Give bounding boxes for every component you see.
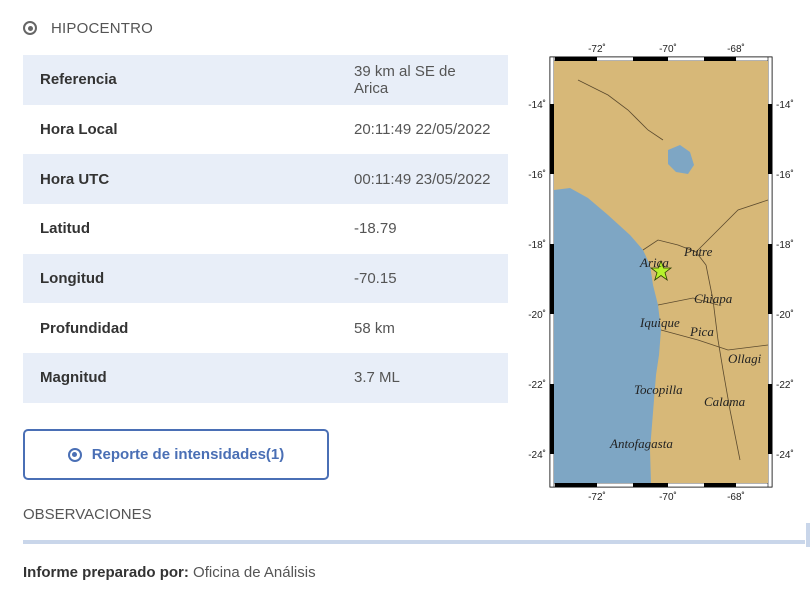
lat-tick-label: -16˚	[776, 169, 794, 181]
row-value: 39 km al SE de Arica	[354, 62, 456, 97]
city-label: Putre	[683, 244, 713, 259]
lat-tick-label: -22˚	[528, 379, 546, 391]
table-row: Profundidad 58 km	[23, 303, 508, 353]
lat-tick-label: -20˚	[528, 309, 546, 321]
observaciones-title: OBSERVACIONES	[23, 506, 152, 523]
row-value: 3.7 ML	[354, 369, 400, 387]
prepared-by-label: Informe preparado por:	[23, 564, 189, 581]
city-label: Arica	[639, 255, 669, 270]
row-value: 20:11:49 22/05/2022	[354, 121, 491, 139]
row-value: -70.15	[354, 270, 397, 288]
city-label: Iquique	[639, 315, 680, 330]
divider	[23, 540, 805, 544]
lat-tick-label: -22˚	[776, 379, 794, 391]
row-label: Hora Local	[40, 121, 118, 139]
epicenter-map: -72˚ -70˚ -68˚ -72˚ -70˚ -68˚ -14˚ -16˚ …	[518, 40, 810, 510]
prepared-by: Informe preparado por: Oficina de Anális…	[23, 564, 316, 581]
map-svg: -72˚ -70˚ -68˚ -72˚ -70˚ -68˚ -14˚ -16˚ …	[528, 43, 794, 503]
lat-tick-label: -14˚	[776, 99, 794, 111]
section-title: HIPOCENTRO	[51, 19, 154, 37]
row-value: -18.79	[354, 220, 397, 238]
city-label: Ollagi	[728, 351, 762, 366]
row-label: Referencia	[40, 71, 117, 89]
hipocentro-table: Referencia 39 km al SE de Arica Hora Loc…	[23, 55, 508, 403]
divider	[806, 523, 810, 547]
table-row: Latitud -18.79	[23, 204, 508, 254]
section-hipocentro: HIPOCENTRO	[23, 17, 153, 39]
row-label: Magnitud	[40, 369, 107, 387]
lat-tick-label: -18˚	[528, 239, 546, 251]
city-label: Calama	[704, 394, 746, 409]
lon-tick-label: -72˚	[588, 43, 606, 55]
table-row: Longitud -70.15	[23, 253, 508, 304]
lat-tick-label: -24˚	[776, 449, 794, 461]
row-label: Longitud	[40, 270, 105, 288]
row-label: Profundidad	[40, 319, 129, 337]
lon-tick-label: -68˚	[727, 491, 745, 503]
row-value: 00:11:49 23/05/2022	[354, 170, 491, 188]
lon-tick-label: -68˚	[727, 43, 745, 55]
target-icon	[67, 447, 82, 462]
table-row: Hora Local 20:11:49 22/05/2022	[23, 105, 508, 155]
report-button-label: Reporte de intensidades(1)	[91, 446, 285, 463]
lon-tick-label: -72˚	[588, 491, 606, 503]
table-row: Hora UTC 00:11:49 23/05/2022	[23, 154, 508, 205]
target-icon	[23, 21, 37, 35]
table-row: Magnitud 3.7 ML	[23, 353, 508, 403]
row-label: Latitud	[40, 220, 90, 238]
row-label: Hora UTC	[40, 170, 110, 188]
city-label: Tocopilla	[634, 382, 683, 397]
prepared-by-value: Oficina de Análisis	[193, 564, 316, 581]
city-label: Antofagasta	[609, 436, 673, 451]
city-label: Chiapa	[694, 291, 733, 306]
report-intensities-button[interactable]: Reporte de intensidades(1)	[23, 429, 329, 480]
lon-tick-label: -70˚	[659, 491, 677, 503]
city-label: Pica	[689, 324, 714, 339]
table-row: Referencia 39 km al SE de Arica	[23, 55, 508, 105]
lon-tick-label: -70˚	[659, 43, 677, 55]
lat-tick-label: -14˚	[528, 99, 546, 111]
lat-tick-label: -20˚	[776, 309, 794, 321]
lat-tick-label: -24˚	[528, 449, 546, 461]
lat-tick-label: -16˚	[528, 169, 546, 181]
row-value: 58 km	[354, 319, 395, 337]
lat-tick-label: -18˚	[776, 239, 794, 251]
